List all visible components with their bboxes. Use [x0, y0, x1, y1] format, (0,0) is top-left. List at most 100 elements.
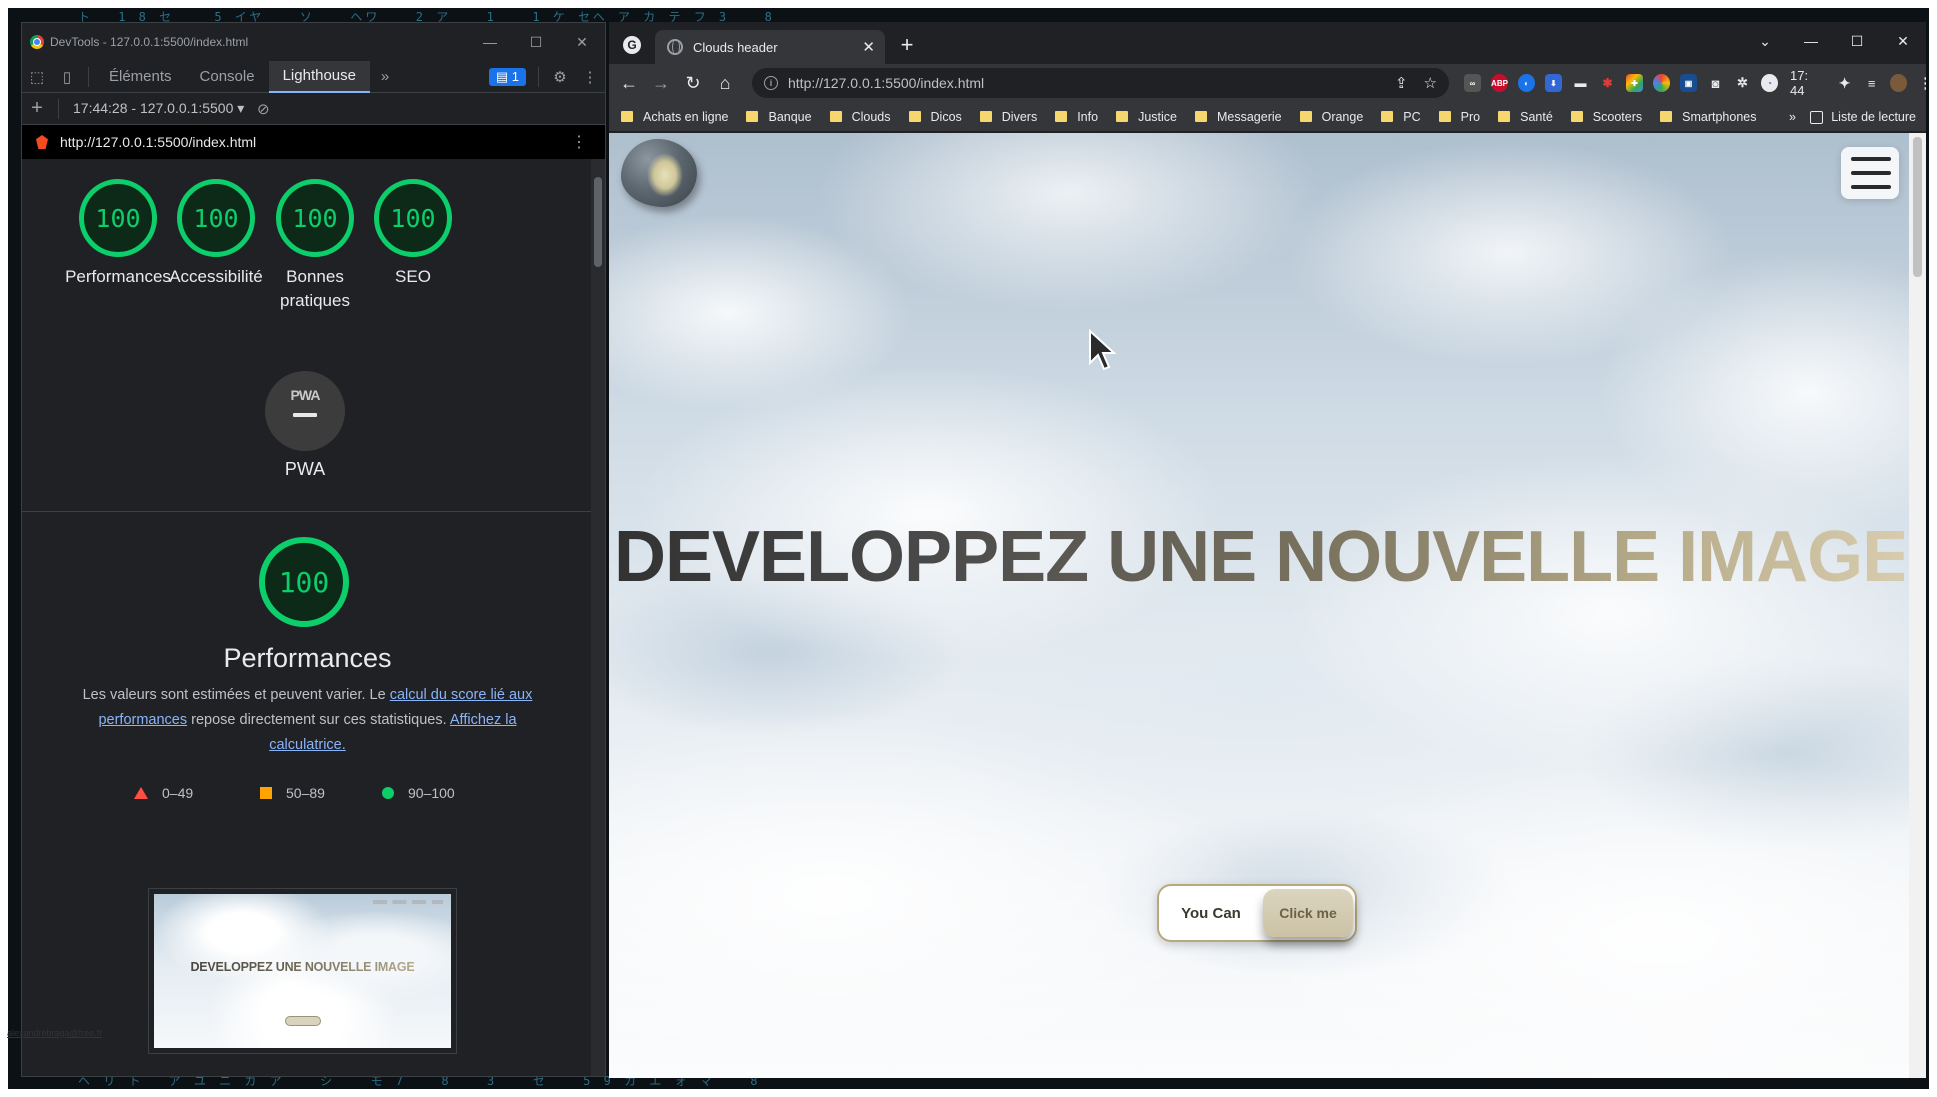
folder-icon [1299, 111, 1312, 122]
bookmark-folder[interactable]: Messagerie [1194, 110, 1282, 124]
close-tab-icon[interactable]: ✕ [862, 38, 875, 56]
bookmark-folder[interactable]: Divers [979, 110, 1037, 124]
bookmark-folder[interactable]: Clouds [829, 110, 891, 124]
chevron-down-icon[interactable]: ⌄ [1742, 22, 1788, 60]
tab-console[interactable]: Console [186, 61, 269, 93]
performance-section-title: Performances [223, 643, 392, 673]
reading-list-button[interactable]: Liste de lecture [1810, 102, 1916, 132]
close-icon[interactable]: ✕ [559, 23, 605, 61]
scrollbar-thumb[interactable] [1913, 137, 1922, 277]
tab-elements[interactable]: Éléments [95, 61, 186, 93]
back-arrow-icon[interactable]: ← [613, 67, 645, 99]
dash-extension-icon[interactable]: ▬ [1572, 74, 1589, 92]
clock-extension-icon[interactable]: ◔ [1761, 74, 1778, 92]
menu-bar [1851, 171, 1891, 175]
divider [538, 66, 539, 87]
folder-icon [746, 111, 759, 122]
plus-icon[interactable]: + [22, 93, 52, 125]
web-page-hero: DEVELOPPEZ UNE NOUVELLE IMAGE You Can Cl… [609, 133, 1909, 1078]
bookmark-folder[interactable]: Smartphones [1660, 110, 1757, 124]
bookmark-folder[interactable]: Justice [1116, 110, 1177, 124]
reload-icon[interactable]: ↻ [677, 67, 709, 99]
color-wheel-extension-icon[interactable] [1653, 74, 1670, 92]
score-gauge-seo[interactable]: 100 [374, 179, 458, 263]
bookmark-folder[interactable]: Achats en ligne [621, 110, 728, 124]
bookmark-label: Info [1077, 109, 1099, 124]
address-bar[interactable]: i http://127.0.0.1:5500/index.html ⇪ ☆ [752, 68, 1449, 98]
bookmark-label: Dicos [930, 109, 962, 124]
gear-icon[interactable]: ⚙ [545, 61, 575, 93]
score-gauge-performance[interactable]: 100 [79, 179, 163, 263]
info-icon[interactable]: i [764, 76, 778, 90]
glasses-extension-icon[interactable]: ∞ [1464, 74, 1481, 92]
url-path: :5500/index.html [881, 75, 985, 91]
score-gauge-best-practices[interactable]: 100 [276, 179, 360, 263]
share-icon[interactable]: ⇪ [1395, 74, 1408, 92]
home-icon[interactable]: ⌂ [709, 67, 741, 99]
frame-extension-icon[interactable]: ▣ [1680, 74, 1697, 92]
clear-icon[interactable]: ⊘ [248, 93, 278, 125]
browser-tab-active[interactable]: Clouds header ✕ [655, 30, 885, 64]
media-control-icon[interactable]: ≡ [1863, 74, 1880, 92]
scrollbar-thumb[interactable] [594, 177, 602, 267]
score-gauge-accessibility[interactable]: 100 [177, 179, 261, 263]
report-selector[interactable]: 17:44:28 - 127.0.0.1:5500 ▾ [73, 100, 244, 117]
click-me-button[interactable]: Click me [1263, 889, 1353, 937]
bookmark-folder[interactable]: Info [1055, 110, 1098, 124]
camera-icon[interactable]: ◙ [1707, 74, 1724, 92]
dash-icon [293, 413, 317, 417]
minimize-icon[interactable]: — [467, 23, 513, 61]
red-extension-icon[interactable]: ✱ [1599, 74, 1616, 92]
chevron-double-right-icon[interactable]: » [1789, 110, 1796, 124]
folder-icon [1498, 111, 1511, 122]
google-icon[interactable]: G [623, 36, 641, 54]
tab-lighthouse[interactable]: Lighthouse [268, 60, 370, 93]
divider [22, 511, 593, 512]
bookmark-folder[interactable]: Scooters [1570, 110, 1642, 124]
bookmark-folder[interactable]: Santé [1498, 110, 1553, 124]
star-icon[interactable]: ☆ [1424, 74, 1437, 92]
settings-extension-icon[interactable]: ✲ [1734, 74, 1751, 92]
new-tab-button[interactable]: + [894, 32, 920, 58]
maximize-icon[interactable]: ☐ [513, 23, 559, 61]
devtools-window: DevTools - 127.0.0.1:5500/index.html — ☐… [21, 22, 606, 1077]
hamburger-menu-button[interactable] [1841, 147, 1899, 199]
blue-circle-extension-icon[interactable]: ◐ [1518, 74, 1535, 92]
logo-stone-image[interactable] [621, 139, 697, 207]
issues-badge[interactable]: ▤ 1 [488, 67, 526, 86]
inspect-element-icon[interactable]: ⬚ [22, 61, 52, 93]
bookmark-folder[interactable]: Orange [1299, 110, 1363, 124]
download-extension-icon[interactable]: ⬇ [1545, 74, 1562, 92]
bookmark-folder[interactable]: Banque [746, 110, 812, 124]
devtools-scrollbar[interactable] [591, 159, 605, 1076]
more-vertical-icon[interactable]: ⋮ [1917, 74, 1926, 92]
avatar[interactable] [1890, 74, 1908, 92]
lighthouse-url-bar: http://127.0.0.1:5500/index.html ⋮ [22, 125, 605, 159]
report-selector-label: 17:44:28 - 127.0.0.1:5500 [73, 100, 234, 116]
clock-text: 17: 44 [1790, 68, 1809, 98]
bookmark-folder[interactable]: Pro [1438, 110, 1480, 124]
google-extension-icon[interactable]: ✚ [1626, 74, 1643, 92]
bookmark-folder[interactable]: Dicos [908, 109, 962, 124]
more-vertical-icon[interactable]: ⋮ [575, 61, 605, 93]
minimize-icon[interactable]: — [1788, 22, 1834, 60]
you-can-button[interactable]: You Can [1165, 890, 1257, 936]
bookmark-folder[interactable]: PC [1381, 110, 1421, 124]
folder-icon [621, 111, 633, 122]
footer-email-link[interactable]: alexandrebraga@free.fr [7, 1028, 102, 1038]
device-toolbar-icon[interactable]: ▯ [52, 61, 82, 93]
maximize-icon[interactable]: ☐ [1834, 22, 1880, 60]
menu-bar [1851, 185, 1891, 189]
more-vertical-icon[interactable]: ⋮ [571, 132, 587, 152]
folder-icon [829, 111, 842, 122]
reading-list-icon [1810, 110, 1824, 124]
page-scrollbar[interactable] [1909, 133, 1926, 1078]
forward-arrow-icon[interactable]: → [645, 67, 677, 99]
chrome-logo-icon [30, 35, 44, 49]
final-screenshot-thumbnail[interactable]: DEVELOPPEZ UNE NOUVELLE IMAGE [148, 888, 457, 1054]
puzzle-icon[interactable]: ✦ [1836, 74, 1853, 92]
adblock-extension-icon[interactable]: ABP [1491, 74, 1508, 92]
pwa-badge[interactable]: PWA [265, 371, 345, 451]
chevron-double-right-icon[interactable]: » [370, 61, 400, 93]
close-icon[interactable]: ✕ [1880, 22, 1926, 60]
